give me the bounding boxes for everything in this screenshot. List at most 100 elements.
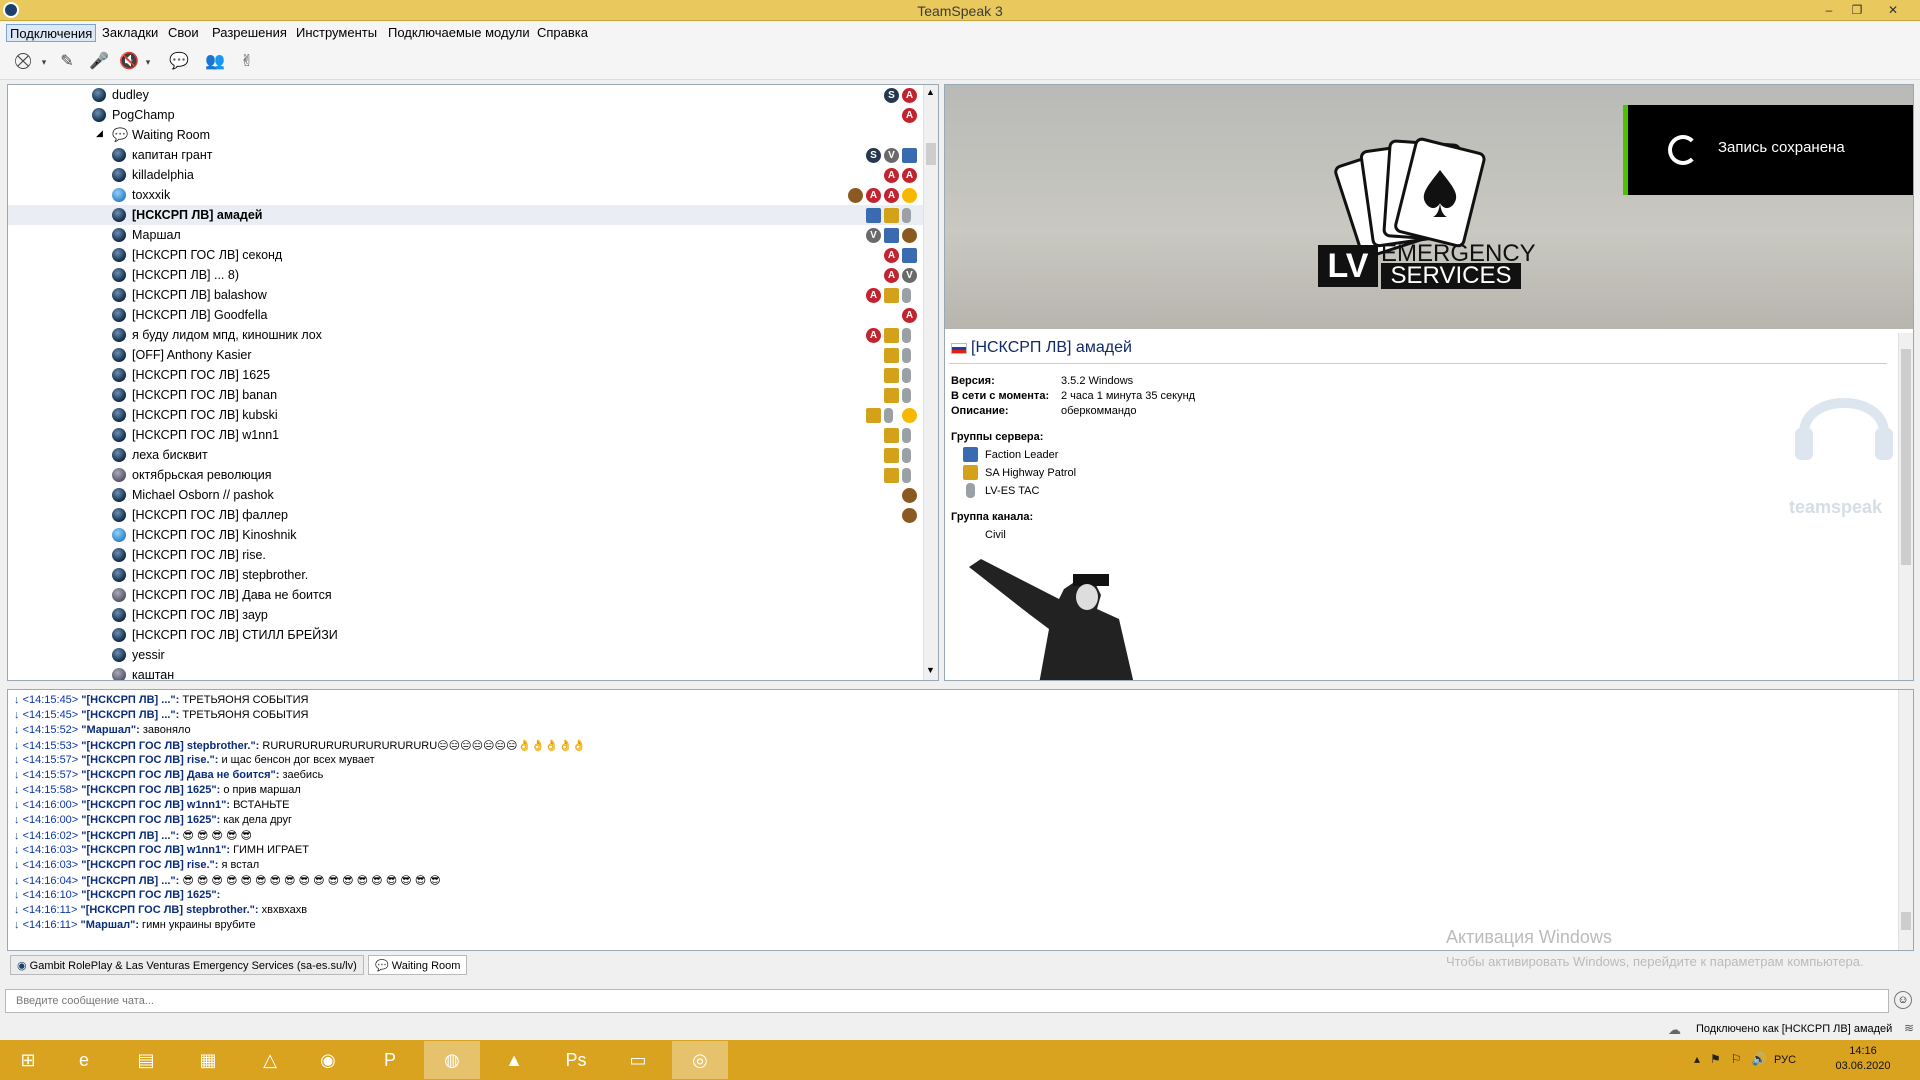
- client-row[interactable]: [НСКСРП ГОС ЛВ] Дава не боится: [8, 585, 924, 605]
- chat-nick[interactable]: "[НСКСРП ЛВ] ...":: [81, 875, 179, 887]
- client-row[interactable]: [НСКСРП ЛВ] ... 8) A V: [8, 265, 924, 285]
- scroll-up-icon[interactable]: ▲: [926, 87, 935, 97]
- client-row[interactable]: yessir: [8, 645, 924, 665]
- game-icon[interactable]: ▲: [486, 1041, 542, 1079]
- menu-tools[interactable]: Инструменты: [293, 24, 380, 42]
- client-row[interactable]: [НСКСРП ГОС ЛВ] banan: [8, 385, 924, 405]
- client-row[interactable]: [НСКСРП ГОС ЛВ] rise.: [8, 545, 924, 565]
- menu-help[interactable]: Справка: [534, 24, 591, 42]
- scroll-down-icon[interactable]: ▼: [926, 665, 935, 675]
- mute-speakers-icon[interactable]: 🔇: [116, 50, 142, 74]
- info-scrollbar[interactable]: [1898, 333, 1913, 680]
- chat-nick[interactable]: "[НСКСРП ГОС ЛВ] 1625":: [81, 784, 220, 796]
- tree-scroll-thumb[interactable]: [926, 143, 936, 165]
- mute-mic-icon[interactable]: 🎤: [86, 50, 112, 74]
- client-row[interactable]: капитан грант S V: [8, 145, 924, 165]
- client-row[interactable]: [OFF] Anthony Kasier: [8, 345, 924, 365]
- away-icon[interactable]: 💬: [166, 50, 192, 74]
- maximize-button[interactable]: ❐: [1844, 1, 1870, 19]
- chat-nick[interactable]: "[НСКСРП ЛВ] ...":: [81, 694, 179, 706]
- client-row[interactable]: [НСКСРП ГОС ЛВ] stepbrother.: [8, 565, 924, 585]
- away-dropdown-icon[interactable]: ▾: [142, 50, 154, 74]
- client-row[interactable]: леха бисквит: [8, 445, 924, 465]
- menu-plugins[interactable]: Подключаемые модули: [385, 24, 533, 42]
- client-row[interactable]: [НСКСРП ГОС ЛВ] w1nn1: [8, 425, 924, 445]
- language-indicator[interactable]: РУС: [1774, 1054, 1796, 1066]
- connect-dropdown-icon[interactable]: ▾: [38, 50, 50, 74]
- start-icon[interactable]: ⊞: [0, 1041, 56, 1079]
- client-row[interactable]: dudley S A: [8, 85, 924, 105]
- disconnect-icon[interactable]: ✎: [54, 50, 80, 74]
- menu-permissions[interactable]: Разрешения: [209, 24, 290, 42]
- app-window-icon[interactable]: ▭: [610, 1041, 666, 1079]
- channel-tree[interactable]: dudley S A PogChamp A ◢ 💬 Waiting Room капитан г…: [7, 84, 939, 681]
- recording-saved-toast[interactable]: Запись сохранена: [1623, 105, 1913, 195]
- client-row[interactable]: [НСКСРП ГОС ЛВ] фаллер: [8, 505, 924, 525]
- tab-waiting-room[interactable]: 💬 Waiting Room: [368, 955, 468, 975]
- chat-nick[interactable]: "[НСКСРП ГОС ЛВ] rise.":: [81, 754, 218, 766]
- client-row[interactable]: каштан: [8, 665, 924, 680]
- menu-self[interactable]: Свои: [165, 24, 202, 42]
- client-name: [НСКСРП ГОС ЛВ] 1625: [132, 368, 271, 382]
- chat-nick[interactable]: "[НСКСРП ГОС ЛВ] rise.":: [81, 859, 218, 871]
- info-scroll-thumb[interactable]: [1901, 349, 1911, 565]
- tree-scrollbar[interactable]: ▲ ▼: [923, 85, 938, 680]
- chat-nick[interactable]: "[НСКСРП ГОС ЛВ] w1nn1":: [81, 799, 230, 811]
- client-row[interactable]: октябрьская революция: [8, 465, 924, 485]
- store-icon[interactable]: ▦: [180, 1041, 236, 1079]
- chat-nick[interactable]: "[НСКСРП ГОС ЛВ] 1625":: [81, 889, 220, 901]
- contacts-icon[interactable]: 👥: [202, 50, 228, 74]
- chat-nick[interactable]: "Маршал":: [81, 724, 140, 736]
- powerpoint-icon[interactable]: P: [362, 1041, 418, 1079]
- client-row[interactable]: Маршал V: [8, 225, 924, 245]
- chat-scrollbar[interactable]: [1898, 690, 1913, 950]
- whisper-icon[interactable]: ✌: [234, 50, 260, 74]
- chat-nick[interactable]: "[НСКСРП ГОС ЛВ] Дава не боится":: [81, 769, 279, 781]
- chat-nick[interactable]: "[НСКСРП ЛВ] ...":: [81, 830, 179, 842]
- client-row[interactable]: Michael Osborn // pashok: [8, 485, 924, 505]
- avast-icon[interactable]: △: [242, 1041, 298, 1079]
- explorer-icon[interactable]: ▤: [118, 1041, 174, 1079]
- tray-icons[interactable]: ▴⚑⚐🔊: [1694, 1052, 1776, 1066]
- client-row[interactable]: [НСКСРП ГОС ЛВ] Kinoshnik: [8, 525, 924, 545]
- radio-icon: [902, 468, 911, 483]
- chat-nick[interactable]: "[НСКСРП ГОС ЛВ] 1625":: [81, 814, 220, 826]
- client-row[interactable]: [НСКСРП ЛВ] balashow A: [8, 285, 924, 305]
- menu-bookmarks[interactable]: Закладки: [99, 24, 161, 42]
- expand-arrow-icon[interactable]: ◢: [96, 128, 103, 139]
- client-row[interactable]: PogChamp A: [8, 105, 924, 125]
- close-button[interactable]: ✕: [1880, 1, 1906, 19]
- chat-nick[interactable]: "[НСКСРП ЛВ] ...":: [81, 709, 179, 721]
- chat-scroll-thumb[interactable]: [1901, 912, 1911, 930]
- client-row[interactable]: killadelphia A A: [8, 165, 924, 185]
- menu-connections[interactable]: Подключения: [6, 24, 97, 42]
- client-row[interactable]: [НСКСРП ГОС ЛВ] СТИЛЛ БРЕЙЗИ: [8, 625, 924, 645]
- chat-nick[interactable]: "Маршал":: [80, 919, 139, 931]
- client-row[interactable]: [НСКСРП ГОС ЛВ] заур: [8, 605, 924, 625]
- chrome-icon[interactable]: ◉: [300, 1041, 356, 1079]
- client-row[interactable]: [НСКСРП ГОС ЛВ] секонд A: [8, 245, 924, 265]
- chat-input[interactable]: Введите сообщение чата...: [5, 989, 1889, 1013]
- firefox-icon[interactable]: ◍: [424, 1041, 480, 1079]
- ie-icon[interactable]: e: [56, 1041, 112, 1079]
- photoshop-icon[interactable]: Ps: [548, 1041, 604, 1079]
- cloud-icon: ☁: [1668, 1022, 1681, 1037]
- minimize-button[interactable]: –: [1816, 1, 1842, 19]
- client-row[interactable]: [НСКСРП ГОС ЛВ] 1625: [8, 365, 924, 385]
- client-row[interactable]: [НСКСРП ЛВ] Goodfella A: [8, 305, 924, 325]
- message-arrow-icon: ↓: [14, 799, 23, 811]
- chat-nick[interactable]: "[НСКСРП ГОС ЛВ] stepbrother.":: [81, 740, 259, 752]
- clock[interactable]: 14:16 03.06.2020: [1828, 1044, 1898, 1074]
- emoticon-icon[interactable]: ☺: [1894, 991, 1912, 1009]
- chat-nick[interactable]: "[НСКСРП ГОС ЛВ] stepbrother.":: [80, 904, 258, 916]
- client-row[interactable]: [НСКСРП ГОС ЛВ] kubski: [8, 405, 924, 425]
- chat-log[interactable]: ↓ <14:15:45> "[НСКСРП ЛВ] ...": ТРЕТЬЯОН…: [7, 689, 1914, 951]
- tab-server[interactable]: ◉ Gambit RolePlay & Las Venturas Emergen…: [10, 955, 364, 975]
- chat-nick[interactable]: "[НСКСРП ГОС ЛВ] w1nn1":: [81, 844, 230, 856]
- client-row[interactable]: toxxxik A A: [8, 185, 924, 205]
- channel-row[interactable]: ◢ 💬 Waiting Room: [8, 125, 924, 145]
- connect-icon[interactable]: ⛒: [10, 50, 36, 74]
- client-row[interactable]: я буду лидом мпд, киношник лох A: [8, 325, 924, 345]
- client-row[interactable]: [НСКСРП ЛВ] амадей: [8, 205, 924, 225]
- teamspeak-icon[interactable]: ◎: [672, 1041, 728, 1079]
